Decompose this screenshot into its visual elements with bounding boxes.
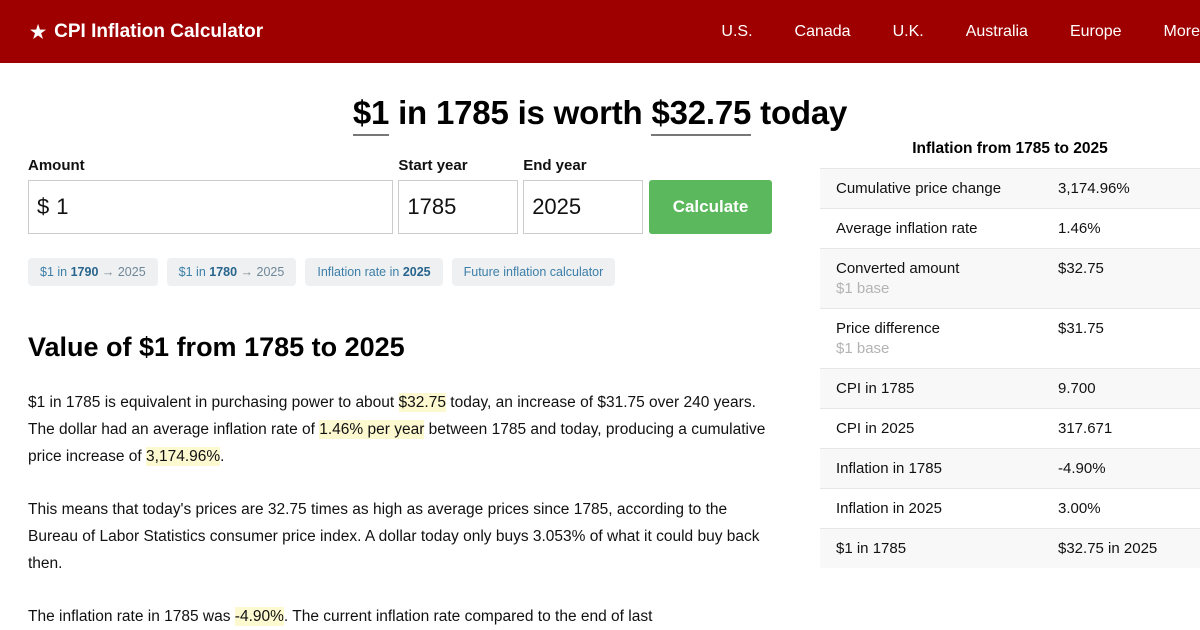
table-row: Price difference $1 base $31.75 [820, 308, 1200, 369]
row-value: $32.75 in 2025 [1058, 540, 1158, 557]
nav-item-more[interactable]: More [1143, 23, 1200, 41]
page-title: $1 in 1785 is worth $32.75 today [0, 94, 1200, 136]
site-brand[interactable]: ★ CPI Inflation Calculator [30, 21, 263, 43]
chip-pre: Inflation rate in [317, 265, 403, 279]
chip-bold: 1780 [209, 265, 238, 279]
article-paragraph-1: $1 in 1785 is equivalent in purchasing p… [28, 389, 772, 470]
amount-label: Amount [28, 157, 85, 174]
p3-text-a: The inflation rate in 1785 was [28, 608, 235, 625]
stats-table-caption: Inflation from 1785 to 2025 [912, 140, 1108, 157]
nav-item-europe[interactable]: Europe [1049, 23, 1143, 41]
main-nav: U.S. Canada U.K. Australia Europe More [700, 23, 1200, 41]
row-label: Inflation in 2025 [836, 500, 942, 517]
nav-item-australia[interactable]: Australia [945, 23, 1049, 41]
nav-item-us[interactable]: U.S. [700, 23, 773, 41]
chip-pre: $1 in [40, 265, 71, 279]
table-row: CPI in 2025 317.671 [820, 408, 1200, 449]
page-layout: Amount $ 1 Start year 1785 End year 2025… [0, 132, 1200, 630]
article-title: Value of $1 from 1785 to 2025 [28, 332, 405, 362]
row-label: Cumulative price change [836, 180, 1002, 197]
page-title-result: $32.75 [651, 94, 751, 136]
nav-item-uk[interactable]: U.K. [872, 23, 945, 41]
row-label: Average inflation rate [836, 220, 978, 237]
chip-1790-to-2025[interactable]: $1 in 1790 → 2025 [28, 258, 158, 286]
row-label: Converted amount $1 base [820, 249, 1042, 309]
chip-1780-to-2025[interactable]: $1 in 1780 → 2025 [166, 258, 297, 286]
row-label: Price difference $1 base [820, 309, 1042, 369]
row-label: CPI in 1785 [836, 380, 915, 397]
page-title-amount: $1 [352, 94, 389, 136]
table-row: Average inflation rate 1.46% [820, 208, 1200, 249]
row-label: $1 in 1785 [836, 540, 907, 557]
row-label-text: Price difference [836, 320, 940, 337]
chip-pre: Future inflation calculator [463, 265, 604, 279]
p3-highlight-inflation: -4.90% [234, 607, 284, 626]
row-label: Inflation in 1785 [836, 460, 942, 477]
chip-arrow: → [237, 265, 257, 279]
row-value: 317.671 [1058, 420, 1113, 437]
table-row: Converted amount $1 base $32.75 [820, 248, 1200, 309]
amount-input[interactable]: $ 1 [28, 180, 394, 234]
start-year-input[interactable]: 1785 [398, 180, 519, 234]
p1-highlight-converted: $32.75 [398, 393, 446, 412]
table-row: Inflation in 2025 3.00% [820, 488, 1200, 529]
table-row: Inflation in 1785 -4.90% [820, 448, 1200, 489]
chip-post: 2025 [256, 265, 285, 279]
start-year-value: 1785 [407, 194, 457, 219]
quick-link-chips: $1 in 1790 → 2025 $1 in 1780 → 2025 Infl… [28, 258, 772, 286]
row-value: $31.75 [1058, 320, 1104, 337]
row-value: 3.00% [1058, 500, 1101, 517]
p1-text-d: . [220, 448, 225, 465]
row-value: $32.75 [1058, 260, 1104, 277]
site-header: ★ CPI Inflation Calculator U.S. Canada U… [0, 0, 1200, 63]
row-sublabel: $1 base [836, 280, 890, 297]
chip-inflation-rate-2025[interactable]: Inflation rate in 2025 [305, 258, 443, 286]
side-column: Inflation from 1785 to 2025 Cumulative p… [800, 132, 1200, 568]
chip-post: 2025 [117, 265, 146, 279]
currency-prefix: $ [37, 194, 50, 219]
stats-table: Cumulative price change 3,174.96% Averag… [820, 168, 1200, 568]
row-label: CPI in 2025 [836, 420, 915, 437]
end-year-label: End year [523, 157, 587, 174]
chip-bold: 1790 [70, 265, 99, 279]
p1-highlight-cumulative: 3,174.96% [146, 447, 221, 466]
amount-value: 1 [56, 194, 69, 219]
table-row: $1 in 1785 $32.75 in 2025 [820, 528, 1200, 568]
chip-future-inflation-calculator[interactable]: Future inflation calculator [451, 258, 616, 286]
p1-text-a: $1 in 1785 is equivalent in purchasing p… [28, 394, 399, 411]
row-sublabel: $1 base [836, 340, 890, 357]
end-year-value: 2025 [532, 194, 582, 219]
article-paragraph-2: This means that today's prices are 32.75… [28, 501, 760, 572]
brand-label: CPI Inflation Calculator [54, 20, 264, 42]
nav-item-canada[interactable]: Canada [774, 23, 872, 41]
row-value: 1.46% [1058, 220, 1101, 237]
row-value: 9.700 [1058, 380, 1096, 397]
star-icon: ★ [30, 21, 47, 42]
chip-arrow: → [98, 265, 118, 279]
page-title-mid: in 1785 is worth [389, 94, 652, 131]
end-year-field-group: End year 2025 [523, 157, 644, 234]
article: Value of $1 from 1785 to 2025 $1 in 1785… [28, 332, 772, 630]
end-year-input[interactable]: 2025 [523, 180, 644, 234]
row-label-text: Converted amount [836, 260, 960, 277]
chip-pre: $1 in [178, 265, 210, 279]
amount-field-group: Amount $ 1 [28, 157, 394, 234]
p1-highlight-rate: 1.46% per year [319, 420, 425, 439]
p3-text-b: . The current inflation rate compared to… [283, 608, 653, 625]
page-title-tail: today [751, 94, 848, 131]
chip-bold: 2025 [402, 265, 431, 279]
start-year-field-group: Start year 1785 [398, 157, 519, 234]
row-value: -4.90% [1058, 460, 1106, 477]
start-year-label: Start year [398, 157, 468, 174]
calculate-button[interactable]: Calculate [649, 180, 772, 234]
table-row: CPI in 1785 9.700 [820, 368, 1200, 409]
main-column: Amount $ 1 Start year 1785 End year 2025… [0, 132, 800, 630]
article-paragraph-3: The inflation rate in 1785 was -4.90%. T… [28, 603, 772, 630]
table-row: Cumulative price change 3,174.96% [820, 168, 1200, 209]
row-value: 3,174.96% [1058, 180, 1130, 197]
calculator-form: Amount $ 1 Start year 1785 End year 2025… [28, 157, 772, 234]
